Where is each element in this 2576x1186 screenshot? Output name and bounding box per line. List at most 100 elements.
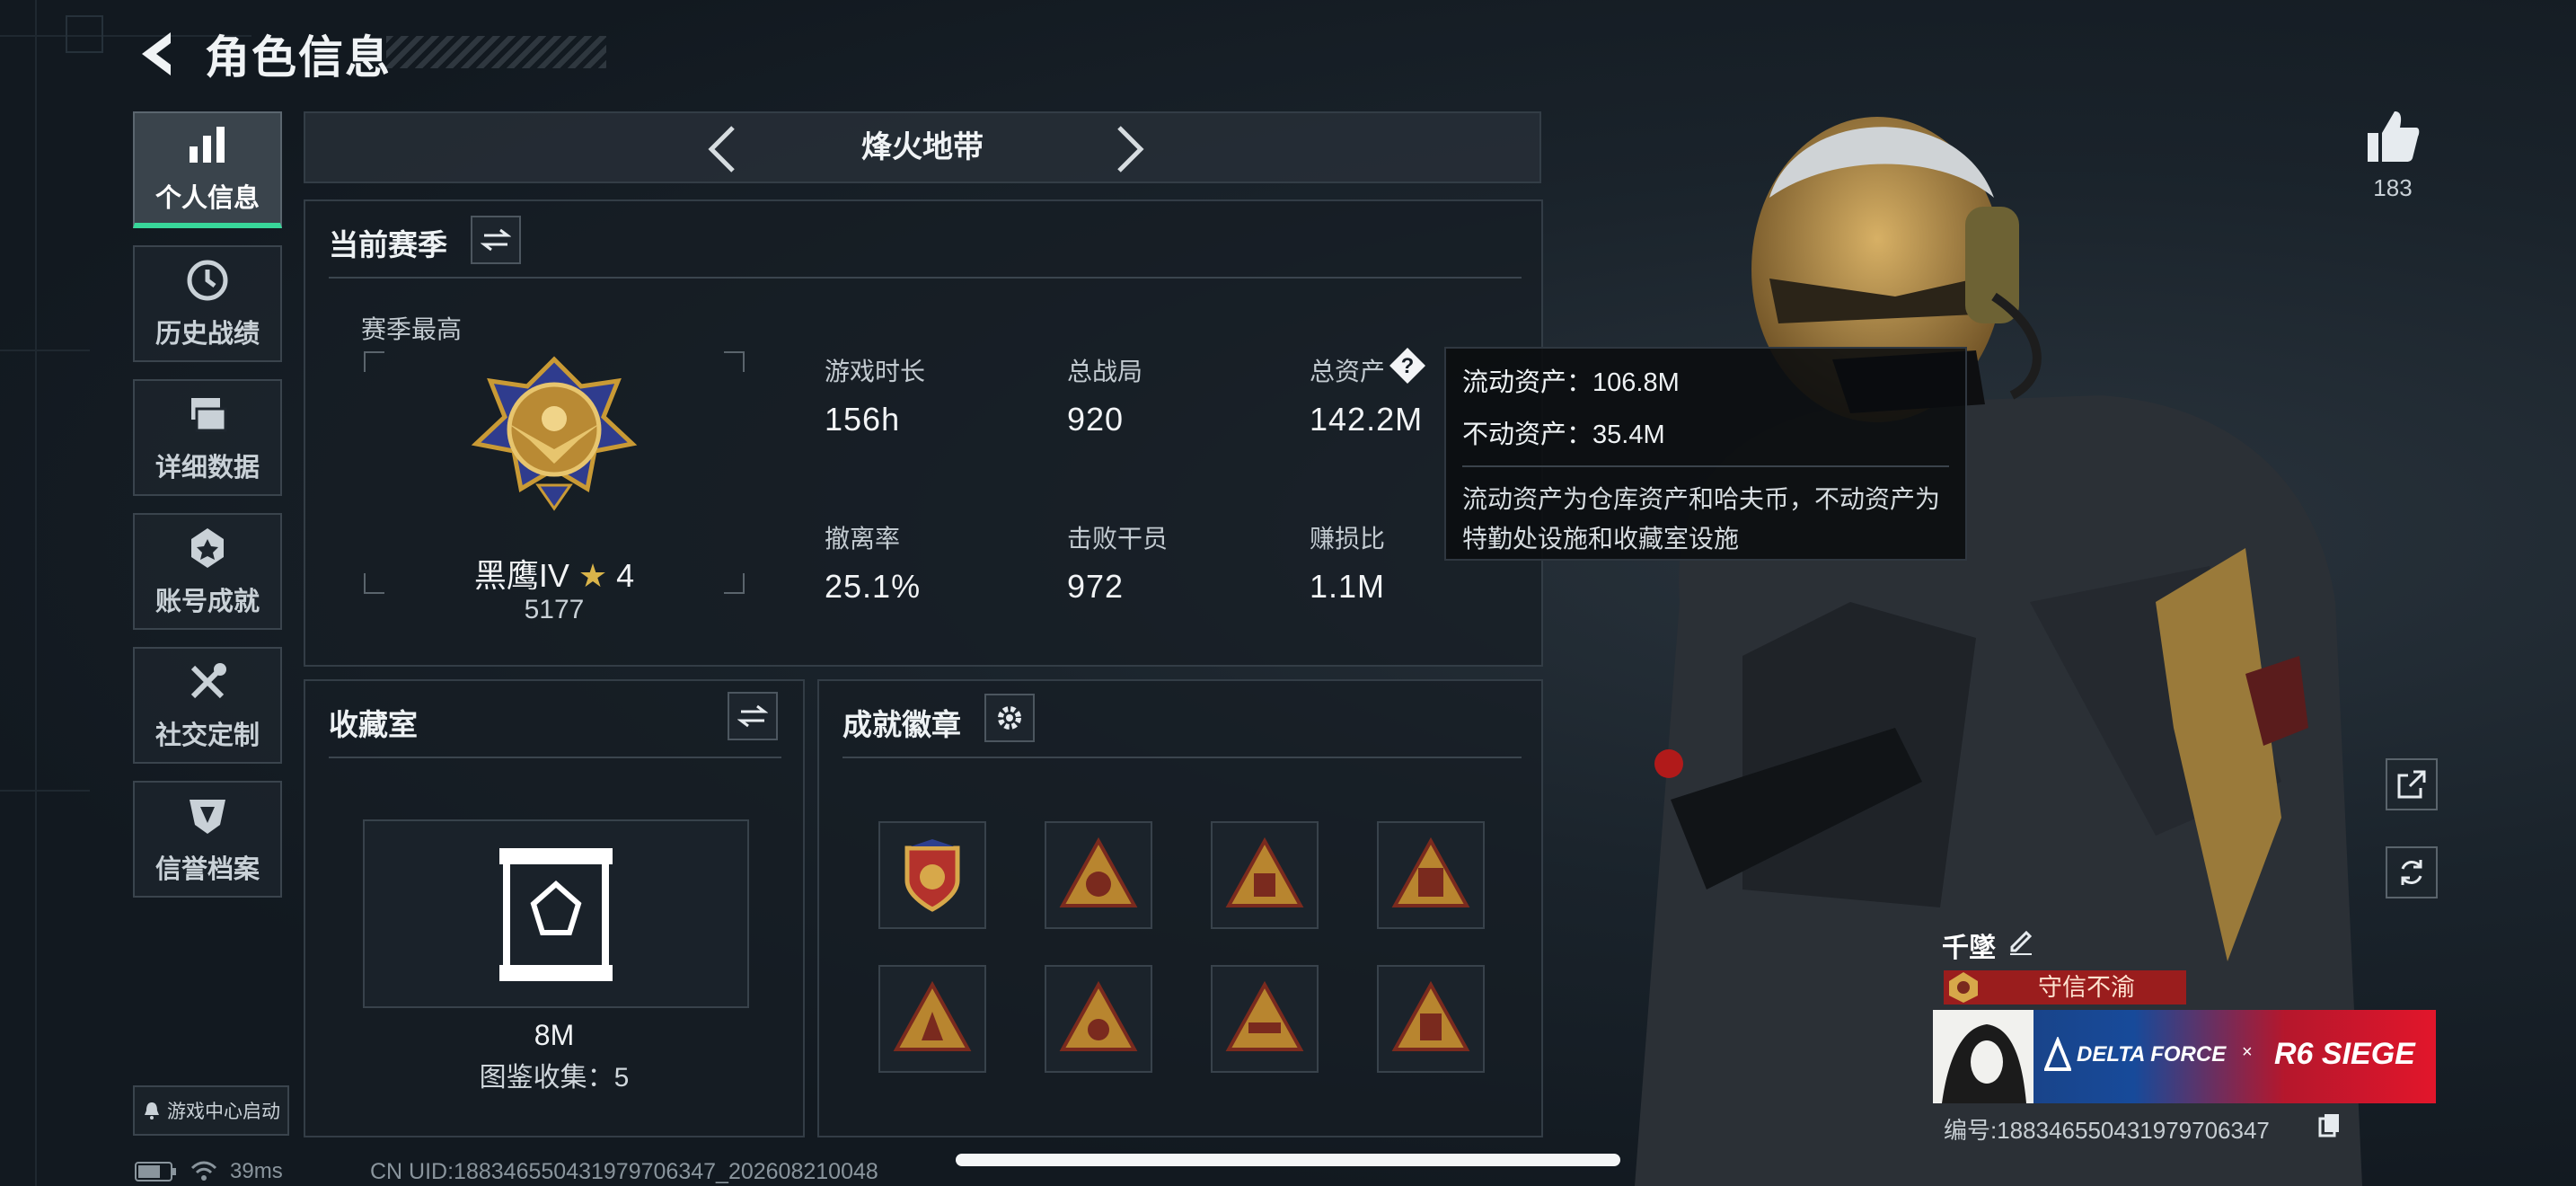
stat-value: 972 <box>1067 568 1125 605</box>
help-icon[interactable]: ? <box>1389 347 1426 385</box>
title-decoration <box>386 36 606 68</box>
sidebar-item-label: 社交定制 <box>154 721 260 750</box>
sidebar-item-label: 详细数据 <box>154 454 260 482</box>
like-count: 183 <box>2373 174 2413 201</box>
stat-label: 击败干员 <box>1067 525 1169 553</box>
badges-title: 成就徽章 <box>842 708 961 741</box>
shield-badge-icon <box>904 839 960 912</box>
stat-label: 总战局 <box>1067 358 1143 385</box>
refresh-icon <box>2401 860 2422 885</box>
tooltip-divider <box>1462 465 1949 467</box>
stat-play-time: 游戏时长 156h <box>825 352 925 438</box>
status-bar: 39ms <box>135 1159 283 1184</box>
achievement-badge[interactable] <box>1211 821 1319 929</box>
share-icon <box>2397 770 2426 799</box>
sidebar-item-personal-info[interactable]: 个人信息 <box>133 111 282 228</box>
mode-selector: 烽火地带 <box>304 111 1541 183</box>
sidebar-item-label: 个人信息 <box>154 184 260 213</box>
delta-force-logo-icon <box>2044 1037 2071 1071</box>
stat-value: 1.1M <box>1310 568 1386 605</box>
home-indicator[interactable] <box>956 1154 1620 1166</box>
game-center-button[interactable]: 游戏中心启动 <box>133 1085 289 1136</box>
next-mode-arrow-icon[interactable] <box>1107 124 1151 174</box>
achievement-badge[interactable] <box>1045 965 1152 1073</box>
sidebar: 个人信息 历史战绩 详细数据 账号成就 社交定制 信誉档案 <box>133 111 284 915</box>
wifi-icon <box>190 1161 217 1181</box>
triangle-badge-icon <box>1225 980 1304 1051</box>
mode-title: 烽火地带 <box>861 130 984 164</box>
collection-switch-button[interactable] <box>728 692 778 740</box>
sidebar-item-reputation[interactable]: 信誉档案 <box>133 781 282 898</box>
header: 角色信息 <box>135 25 392 83</box>
triangle-badge-icon <box>1059 980 1138 1051</box>
tooltip-description: 流动资产为仓库资产和哈夫币，不动资产为特勤处设施和收藏室设施 <box>1462 485 1941 553</box>
bell-icon <box>145 1102 159 1120</box>
back-arrow-icon[interactable] <box>135 29 178 79</box>
season-best-label: 赛季最高 <box>361 315 463 343</box>
swap-icon <box>481 228 511 252</box>
sidebar-item-label: 信誉档案 <box>154 855 260 884</box>
sidebar-item-achievements[interactable]: 账号成就 <box>133 513 282 630</box>
share-button[interactable] <box>2386 758 2438 810</box>
achievement-badge[interactable] <box>878 965 986 1073</box>
triangle-badge-icon <box>1391 980 1470 1051</box>
edit-icon[interactable] <box>2007 927 2035 956</box>
account-uid: CN UID:18834655043197970634​7_2026082100… <box>370 1159 878 1184</box>
asset-tooltip: 流动资产：106.8M 不动资产：35.4M 流动资产为仓库资产和哈夫币，不动资… <box>1444 347 1967 561</box>
rank-stars: 4 <box>616 557 635 594</box>
medal-icon <box>191 528 224 568</box>
achievement-badge[interactable] <box>1211 965 1319 1073</box>
stat-label: 撤离率 <box>825 525 901 553</box>
manga-portrait-icon <box>1942 1024 2026 1103</box>
swap-icon <box>737 704 768 728</box>
sidebar-item-detailed-data[interactable]: 详细数据 <box>133 379 282 496</box>
banner-manga-art <box>1933 1010 2033 1103</box>
season-switch-button[interactable] <box>471 216 521 264</box>
collection-preview[interactable] <box>363 819 749 1008</box>
stat-profit-ratio: 赚损比 1.1M <box>1310 519 1385 606</box>
sidebar-item-social[interactable]: 社交定制 <box>133 647 282 764</box>
page-title: 角色信息 <box>205 32 392 83</box>
thumbs-up-icon[interactable] <box>2362 106 2422 165</box>
achievement-badge[interactable] <box>1045 821 1152 929</box>
player-id: 编号:1883465504319797063​47 <box>1944 1117 2270 1144</box>
stat-value: 25.1% <box>825 568 922 605</box>
achievement-badge[interactable] <box>1377 821 1485 929</box>
achievement-badge[interactable] <box>1377 965 1485 1073</box>
star-icon: ★ <box>578 557 608 594</box>
title-emblem-icon <box>1949 972 1978 1003</box>
refresh-button[interactable] <box>2386 846 2438 898</box>
stat-value: 156h <box>825 401 901 438</box>
collection-count: 图鉴收集：5 <box>479 1063 630 1093</box>
folders-icon <box>191 398 227 432</box>
triangle-badge-icon <box>1391 836 1470 907</box>
svg-text:?: ? <box>1401 354 1415 378</box>
current-season-title: 当前赛季 <box>329 228 447 261</box>
ping-value: 39ms <box>230 1159 283 1183</box>
rank-emblem-icon <box>471 356 638 511</box>
collection-title: 收藏室 <box>329 708 418 741</box>
display-case-icon <box>499 848 613 981</box>
tooltip-liquid-assets: 流动资产：106.8M <box>1462 368 1680 397</box>
achievement-badge[interactable] <box>878 821 986 929</box>
sidebar-item-history[interactable]: 历史战绩 <box>133 245 282 362</box>
battery-icon <box>135 1162 176 1182</box>
season-divider <box>329 277 1522 279</box>
sidebar-item-label: 账号成就 <box>154 588 260 616</box>
sidebar-item-label: 历史战绩 <box>154 320 260 349</box>
stat-label: 游戏时长 <box>825 358 926 385</box>
history-icon <box>187 260 228 301</box>
rank-name: 黑鹰IV ★ 4 <box>363 550 745 597</box>
badge-settings-button[interactable] <box>984 694 1035 742</box>
rank-title: 黑鹰IV <box>473 557 569 594</box>
stat-operators-defeated: 击败干员 972 <box>1067 519 1168 606</box>
collection-divider <box>329 757 781 758</box>
tooltip-fixed-assets: 不动资产：35.4M <box>1462 420 1665 449</box>
game-center-label: 游戏中心启动 <box>167 1102 280 1122</box>
stat-total-matches: 总战局 920 <box>1067 352 1142 438</box>
player-title: 守信不渝 <box>2038 974 2135 1001</box>
copy-icon[interactable] <box>2317 1112 2342 1137</box>
player-banner[interactable]: DELTA FORCE × R6 SIEGE <box>1933 1010 2436 1103</box>
badges-divider <box>842 757 1522 758</box>
banner-right-text: R6 SIEGE <box>2274 1037 2415 1071</box>
